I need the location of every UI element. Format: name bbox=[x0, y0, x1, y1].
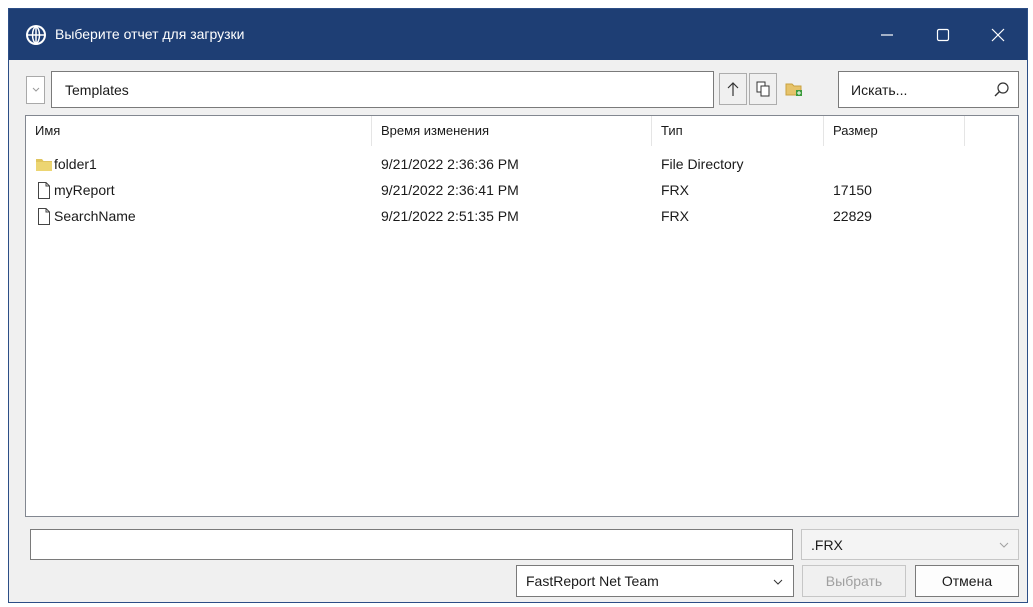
item-size: 22829 bbox=[833, 208, 872, 224]
item-modified: 9/21/2022 2:36:36 PM bbox=[381, 156, 519, 172]
file-icon bbox=[38, 208, 50, 225]
list-item-folder1[interactable]: folder1 9/21/2022 2:36:36 PM File Direct… bbox=[26, 152, 1018, 178]
title-bar[interactable]: Выберите отчет для загрузки bbox=[9, 9, 1027, 60]
close-icon bbox=[991, 28, 1005, 41]
filename-field[interactable] bbox=[30, 529, 793, 560]
folder-icon bbox=[36, 159, 52, 171]
item-name: myReport bbox=[54, 182, 115, 198]
arrow-up-icon bbox=[727, 82, 739, 96]
chevron-down-icon bbox=[773, 579, 783, 585]
path-field[interactable]: Templates bbox=[51, 71, 714, 108]
item-size: 17150 bbox=[833, 182, 872, 198]
item-type: FRX bbox=[661, 208, 689, 224]
search-input[interactable] bbox=[851, 81, 981, 99]
account-dropdown[interactable]: FastReport Net Team bbox=[516, 565, 794, 597]
select-button[interactable]: Выбрать bbox=[802, 565, 906, 597]
current-path: Templates bbox=[65, 82, 129, 98]
cancel-button[interactable]: Отмена bbox=[915, 565, 1019, 597]
copy-button[interactable] bbox=[749, 73, 777, 105]
chevron-down-icon bbox=[32, 87, 39, 92]
chevron-down-icon bbox=[999, 542, 1009, 548]
copy-icon bbox=[756, 81, 770, 97]
file-type-value: .FRX bbox=[811, 537, 843, 553]
column-header-name[interactable]: Имя bbox=[26, 116, 372, 146]
item-name: SearchName bbox=[54, 208, 136, 224]
column-header-type[interactable]: Тип bbox=[652, 116, 824, 146]
item-modified: 9/21/2022 2:36:41 PM bbox=[381, 182, 519, 198]
maximize-button[interactable] bbox=[920, 9, 966, 60]
new-folder-button[interactable] bbox=[780, 73, 808, 105]
filename-input[interactable] bbox=[31, 530, 792, 559]
window-title: Выберите отчет для загрузки bbox=[55, 26, 245, 42]
maximize-icon bbox=[936, 28, 950, 41]
column-header-modified[interactable]: Время изменения bbox=[372, 116, 652, 146]
globe-icon bbox=[26, 25, 46, 45]
new-folder-icon bbox=[785, 83, 802, 96]
file-open-dialog: Выберите отчет для загрузки Templates Ис… bbox=[8, 8, 1028, 603]
item-name: folder1 bbox=[54, 156, 97, 172]
file-icon bbox=[38, 182, 50, 199]
list-header: Имя Время изменения Тип Размер bbox=[26, 116, 1018, 146]
item-modified: 9/21/2022 2:51:35 PM bbox=[381, 208, 519, 224]
item-type: File Directory bbox=[661, 156, 744, 172]
item-type: FRX bbox=[661, 182, 689, 198]
column-header-size[interactable]: Размер bbox=[824, 116, 965, 146]
file-list[interactable]: Имя Время изменения Тип Размер folder1 9… bbox=[25, 115, 1019, 517]
path-history-dropdown[interactable] bbox=[26, 76, 45, 104]
up-folder-button[interactable] bbox=[719, 73, 747, 105]
close-button[interactable] bbox=[975, 9, 1021, 60]
list-item-searchname[interactable]: SearchName 9/21/2022 2:51:35 PM FRX 2282… bbox=[26, 204, 1018, 230]
search-icon[interactable] bbox=[992, 80, 1012, 100]
minimize-button[interactable] bbox=[864, 9, 910, 60]
list-item-myreport[interactable]: myReport 9/21/2022 2:36:41 PM FRX 17150 bbox=[26, 178, 1018, 204]
account-value: FastReport Net Team bbox=[526, 573, 659, 589]
search-field[interactable] bbox=[838, 71, 1019, 108]
minimize-icon bbox=[881, 33, 893, 36]
file-type-filter[interactable]: .FRX bbox=[801, 529, 1019, 560]
